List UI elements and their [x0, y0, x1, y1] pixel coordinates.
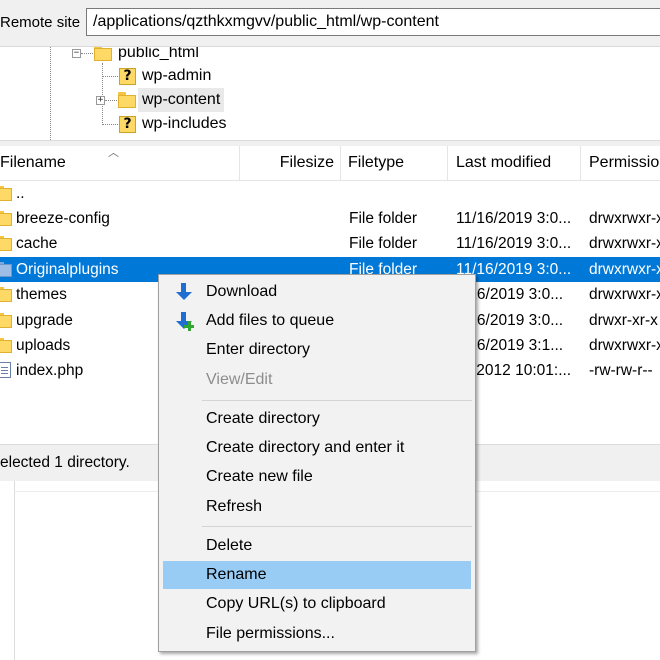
menu-item-view-edit: View/Edit — [206, 371, 273, 388]
file-row-cache[interactable]: cache File folder 11/16/2019 3:0... drwx… — [0, 231, 660, 256]
file-name: breeze-config — [16, 210, 110, 227]
tree-item-label: public_html — [118, 47, 199, 61]
folder-icon — [0, 211, 12, 226]
menu-item-copy-urls[interactable]: Copy URL(s) to clipboard — [163, 590, 471, 618]
sort-ascending-icon: ︿ — [108, 147, 119, 159]
file-list-header: Filename Filesize Filetype Last modified… — [0, 146, 660, 181]
file-row-breeze-config[interactable]: breeze-config File folder 11/16/2019 3:0… — [0, 206, 660, 231]
file-modified: 11/16/2019 3:0... — [456, 235, 572, 252]
menu-item-delete[interactable]: Delete — [163, 532, 471, 560]
folder-icon — [0, 236, 12, 251]
column-header-permissions[interactable]: Permissions — [589, 146, 660, 180]
tree-item-wp-includes[interactable]: ? wp-includes — [102, 112, 402, 136]
column-header-last-modified[interactable]: Last modified — [456, 146, 576, 180]
folder-icon — [0, 262, 12, 277]
unknown-folder-icon: ? — [119, 116, 136, 133]
folder-icon — [118, 92, 136, 108]
file-modified: /16/2019 3:1... — [464, 337, 564, 354]
menu-item-create-new-file[interactable]: Create new file — [163, 463, 471, 491]
menu-item-file-permissions[interactable]: File permissions... — [163, 620, 471, 648]
download-arrow-icon — [175, 283, 193, 301]
file-permissions: drwxrwxr-x — [589, 337, 660, 354]
file-permissions: drwxrwxr-x — [589, 210, 660, 227]
document-icon — [0, 362, 11, 378]
menu-item-enter-directory[interactable]: Enter directory — [163, 336, 471, 364]
file-permissions: drwxrwxr-x — [589, 261, 660, 278]
tree-item-label: wp-admin — [142, 67, 212, 84]
unknown-folder-icon: ? — [119, 68, 136, 85]
remote-site-bar: Remote site: — [0, 0, 660, 47]
remote-path-input[interactable] — [86, 8, 660, 36]
collapse-toggle-icon[interactable]: − — [72, 49, 81, 58]
menu-item-download[interactable]: Download — [163, 278, 471, 306]
menu-separator — [202, 526, 472, 527]
context-menu: Download Add files to queue Enter direct… — [158, 274, 476, 652]
tree-item-wp-content[interactable]: + wp-content — [96, 88, 396, 112]
folder-icon — [0, 287, 12, 302]
tree-item-label: wp-includes — [142, 115, 227, 132]
file-type: File folder — [349, 235, 418, 252]
add-to-queue-icon — [175, 312, 194, 331]
file-type: File folder — [349, 210, 418, 227]
file-name: .. — [16, 185, 25, 202]
tree-item-public-html[interactable]: − public_html — [72, 47, 372, 65]
expand-toggle-icon[interactable]: + — [96, 96, 105, 105]
file-permissions: drwxrwxr-x — [589, 286, 660, 303]
menu-item-create-directory-enter[interactable]: Create directory and enter it — [163, 434, 471, 462]
queue-pane-edge — [0, 481, 15, 660]
tree-item-wp-admin[interactable]: ? wp-admin — [102, 64, 402, 88]
menu-item-refresh[interactable]: Refresh — [163, 493, 471, 521]
file-modified: 11/16/2019 3:0... — [456, 210, 572, 227]
menu-item-add-to-queue[interactable]: Add files to queue — [163, 307, 471, 335]
file-modified: /16/2019 3:0... — [464, 312, 564, 329]
menu-item-create-directory[interactable]: Create directory — [163, 405, 471, 433]
remote-directory-tree: − public_html ? wp-admin + wp-content ? … — [0, 47, 660, 140]
folder-icon — [0, 186, 12, 201]
column-header-filesize[interactable]: Filesize — [240, 146, 334, 180]
file-name: cache — [16, 235, 58, 252]
folder-icon — [0, 313, 12, 328]
column-header-filetype[interactable]: Filetype — [348, 146, 444, 180]
menu-separator — [202, 400, 472, 401]
status-text: elected 1 directory. — [0, 454, 130, 471]
file-modified: /2012 10:01:... — [472, 362, 572, 379]
file-row-parent[interactable]: .. — [0, 181, 660, 206]
folder-icon — [94, 47, 112, 61]
remote-site-label: Remote site: — [0, 14, 80, 31]
file-modified: /16/2019 3:0... — [464, 286, 564, 303]
folder-icon — [0, 338, 12, 353]
menu-item-rename[interactable]: Rename — [163, 561, 471, 589]
tree-item-label: wp-content — [138, 88, 225, 112]
file-permissions: drwxr-xr-x — [589, 312, 658, 329]
tree-guide-line — [50, 47, 51, 140]
file-permissions: drwxrwxr-x — [589, 235, 660, 252]
file-permissions: -rw-rw-r-- — [589, 362, 653, 379]
